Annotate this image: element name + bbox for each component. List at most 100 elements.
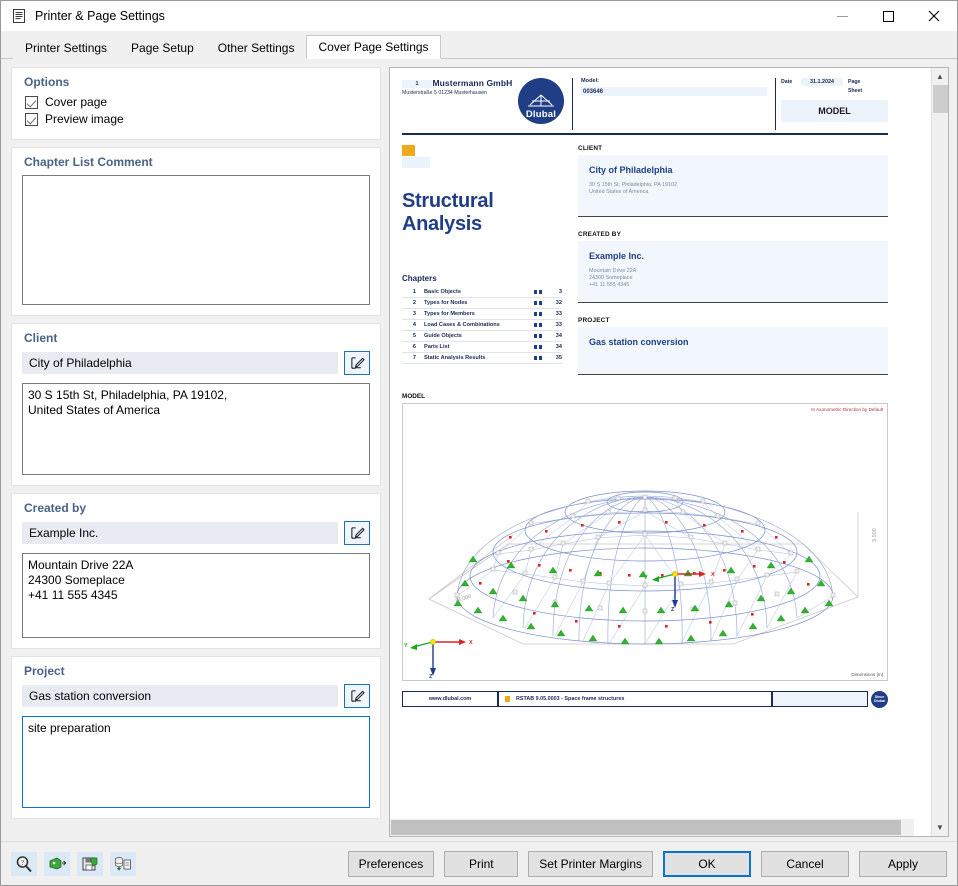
- chapter-marker-icon: [534, 322, 548, 327]
- preview-pane: Justus Mustermann GmbH Musterstraße 5 01…: [389, 67, 949, 837]
- client-edit-button[interactable]: [344, 351, 370, 375]
- chapter-number: 3: [412, 310, 416, 317]
- cover-left-column: Structural Analysis Chapters 1 Basic Obj…: [402, 144, 562, 389]
- chapter-name: Types for Nodes: [424, 299, 468, 306]
- chapter-list-comment-group: Chapter List Comment: [11, 147, 381, 316]
- bridge-icon: [526, 92, 556, 109]
- footer-program: RSTAB 9.05.0003 - Space frame structures: [498, 690, 772, 707]
- cover-body: Structural Analysis Chapters 1 Basic Obj…: [396, 135, 894, 389]
- cover-page-checkbox-row[interactable]: Cover page: [25, 95, 370, 109]
- export-icon: [115, 856, 131, 871]
- model-label: Model:: [581, 78, 600, 84]
- created-by-heading: CREATED BY: [578, 230, 622, 238]
- client-group: Client City of Philadelphia 30 S 15th St…: [11, 323, 381, 486]
- maximize-icon: [882, 10, 894, 22]
- cancel-button[interactable]: Cancel: [761, 850, 849, 877]
- preview-image-checkbox-row[interactable]: Preview image: [25, 112, 370, 126]
- created-by-name-input[interactable]: Example Inc.: [22, 522, 338, 544]
- page-footer: www.dlubal.com RSTAB 9.05.0003 - Space f…: [402, 690, 888, 708]
- axis-x-label-center: X: [711, 571, 715, 578]
- apply-button[interactable]: Apply: [859, 850, 947, 877]
- project-group-title: Project: [24, 664, 65, 678]
- cover-title-line1: Structural: [402, 189, 494, 212]
- tab-label: Printer Settings: [25, 41, 108, 55]
- dialog-footer: ? Preferences Print Set Printer Margins …: [1, 841, 957, 885]
- preview-hscrollbar[interactable]: [390, 819, 914, 836]
- sheet-row: Sheet 1: [402, 80, 888, 95]
- preview-image-label: Preview image: [45, 112, 124, 126]
- chapter-marker-icon: [534, 355, 548, 360]
- preferences-button[interactable]: Preferences: [347, 850, 435, 877]
- chapter-page: 34: [555, 332, 562, 339]
- scroll-down-icon[interactable]: ▼: [931, 819, 948, 836]
- tab-label: Cover Page Settings: [318, 40, 429, 54]
- preview-image-checkbox[interactable]: [25, 112, 38, 126]
- cover-title: Structural Analysis: [402, 190, 562, 236]
- chapter-name: Guide Objects: [424, 332, 462, 339]
- chapter-row: 1 Basic Objects 3: [402, 287, 562, 298]
- project-name-input[interactable]: Gas station conversion: [22, 685, 338, 707]
- close-button[interactable]: [911, 1, 957, 32]
- cover-page-checkbox[interactable]: [25, 95, 38, 109]
- project-description-input[interactable]: site preparation: [22, 716, 370, 808]
- client-name-preview: City of Philadelphia: [589, 164, 673, 175]
- preview-hscroll-thumb[interactable]: [391, 820, 901, 835]
- maximize-button[interactable]: [865, 1, 911, 32]
- ok-button[interactable]: OK: [663, 850, 751, 877]
- tab-cover-page-settings[interactable]: Cover Page Settings: [306, 35, 441, 59]
- model-value: 003646: [581, 87, 767, 96]
- chapter-name: Parts List: [424, 343, 450, 350]
- chapter-row: 6 Parts List 34: [402, 342, 562, 353]
- set-printer-margins-button[interactable]: Set Printer Margins: [528, 850, 653, 877]
- chapter-page: 32: [555, 299, 562, 306]
- client-name-input[interactable]: City of Philadelphia: [22, 352, 338, 374]
- options-group-title: Options: [24, 75, 70, 89]
- tab-printer-settings[interactable]: Printer Settings: [13, 36, 120, 59]
- cover-right-column: CLIENT City of Philadelphia 30 S 15th St…: [562, 145, 888, 389]
- save-button-toolbar[interactable]: [77, 851, 103, 876]
- project-edit-button[interactable]: [344, 684, 370, 708]
- chapter-page: 3: [558, 288, 562, 295]
- document-icon: [11, 8, 27, 24]
- preview-vscroll-track[interactable]: [931, 85, 948, 819]
- chapter-list-comment-input[interactable]: [22, 175, 370, 305]
- chapter-marker-icon: [534, 311, 548, 316]
- client-address-input[interactable]: 30 S 15th St, Philadelphia, PA 19102, Un…: [22, 383, 370, 475]
- date-page-row: Date 31.1.2024 Page 1/85: [402, 78, 888, 88]
- axis-x-label: X: [469, 639, 473, 646]
- scroll-up-icon[interactable]: ▲: [931, 68, 948, 85]
- find-button[interactable]: ?: [11, 851, 37, 876]
- created-by-card: Example Inc. Mountain Drive 22A 24300 So…: [578, 240, 888, 303]
- chapter-number: 1: [412, 288, 416, 295]
- preview-canvas[interactable]: Justus Mustermann GmbH Musterstraße 5 01…: [390, 68, 931, 836]
- load-button[interactable]: [44, 851, 70, 876]
- orange-square-icon: [402, 144, 415, 156]
- preview-vscroll-thumb[interactable]: [932, 85, 948, 113]
- project-name-preview: Gas station conversion: [589, 336, 689, 347]
- tab-other-settings[interactable]: Other Settings: [205, 36, 307, 59]
- edit-pencil-icon: [350, 356, 365, 369]
- print-button[interactable]: Print: [444, 850, 519, 877]
- edit-pencil-icon: [350, 526, 365, 539]
- date-label: Date: [781, 79, 793, 85]
- light-square-icon: [402, 156, 430, 168]
- client-name-row: City of Philadelphia: [22, 351, 370, 375]
- chapter-marker-icon: [534, 344, 548, 349]
- created-by-address-input[interactable]: Mountain Drive 22A 24300 Someplace +41 1…: [22, 553, 370, 638]
- export-button[interactable]: [110, 851, 136, 876]
- window-controls: [819, 1, 957, 32]
- tab-page-setup[interactable]: Page Setup: [119, 36, 206, 59]
- chapter-page: 33: [555, 321, 562, 328]
- created-by-name-row: Example Inc.: [22, 521, 370, 545]
- created-by-edit-button[interactable]: [344, 521, 370, 545]
- minimize-button[interactable]: [819, 1, 865, 32]
- footer-logo-line2: Dlubal: [874, 699, 885, 703]
- chapter-number: 7: [412, 354, 416, 361]
- dlubal-footer-logo: Since Dlubal: [871, 690, 888, 708]
- chapter-marker-icon: [534, 289, 548, 294]
- preview-vscrollbar[interactable]: ▲ ▼: [931, 68, 948, 836]
- logo-text: Dlubal: [525, 109, 557, 120]
- find-icon: ?: [16, 855, 32, 872]
- created-by-group-title: Created by: [24, 501, 87, 515]
- svg-text:?: ?: [21, 859, 24, 867]
